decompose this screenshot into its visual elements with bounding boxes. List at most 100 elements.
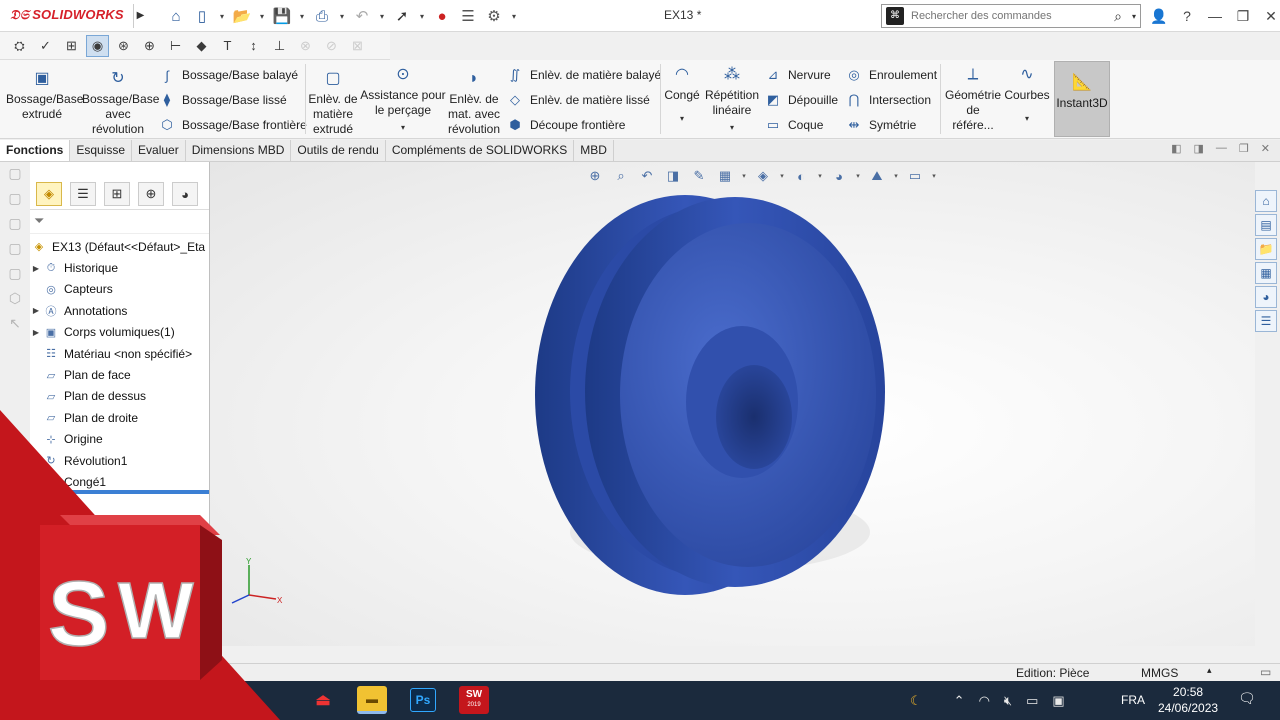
tree-root[interactable]: ◈ EX13 (Défaut<<Défaut>_Eta: [30, 236, 209, 257]
configuration-tab-icon[interactable]: ⊞: [104, 182, 130, 206]
menu-expand-arrow[interactable]: ▶: [133, 4, 147, 28]
options-dropdown-icon[interactable]: ▾: [509, 5, 519, 27]
depouille-button[interactable]: ◩ Dépouille: [764, 91, 838, 109]
section-view-icon[interactable]: ◨: [662, 166, 684, 186]
enlev-balaye-button[interactable]: ∬ Enlèv. de matière balayé: [506, 66, 661, 84]
dropdown-icon[interactable]: ▾: [704, 120, 760, 135]
hide-show-icon[interactable]: ◐: [790, 166, 812, 186]
tab-evaluer[interactable]: Evaluer: [132, 140, 186, 161]
dropdown-icon[interactable]: ▾: [1004, 111, 1050, 126]
expand-arrow-icon[interactable]: ▶: [30, 456, 42, 465]
doc-restore-icon[interactable]: ❐: [1239, 142, 1249, 155]
intersection-button[interactable]: ⋂ Intersection: [845, 91, 931, 109]
new-dropdown-icon[interactable]: ▾: [217, 5, 227, 27]
message-icon[interactable]: ▭: [1260, 665, 1271, 679]
apply-scene-icon[interactable]: ⛰: [866, 166, 888, 186]
show-hidden-icons-icon[interactable]: ⌃: [954, 693, 965, 709]
search-input[interactable]: [911, 10, 1108, 22]
tab-fonctions[interactable]: Fonctions: [0, 140, 71, 161]
bossage-frontiere-button[interactable]: ⬡ Bossage/Base frontière: [158, 116, 306, 134]
undo-dropdown-icon[interactable]: ▾: [377, 5, 387, 27]
select-arrow-icon[interactable]: ➚: [391, 5, 413, 27]
dropdown-icon[interactable]: ▾: [662, 111, 702, 126]
search-dropdown-icon[interactable]: ▾: [1128, 12, 1140, 21]
rollback-bar[interactable]: [30, 490, 209, 494]
clock[interactable]: 20:58 24/06/2023: [1158, 684, 1218, 716]
property-manager-tab-icon[interactable]: ☰: [70, 182, 96, 206]
zoom-to-fit-icon[interactable]: ⊕: [584, 166, 606, 186]
custom-properties-icon[interactable]: ☰: [1255, 310, 1277, 332]
restore-icon[interactable]: ❐: [1232, 5, 1254, 27]
zoom-to-area-icon[interactable]: ⌕: [610, 166, 632, 186]
file-explorer-taskbar-icon[interactable]: ▬: [357, 686, 387, 714]
nervure-button[interactable]: ⊿ Nervure: [764, 66, 831, 84]
dropdown-icon[interactable]: ▾: [360, 120, 446, 135]
expand-arrow-icon[interactable]: ▶: [30, 328, 42, 337]
symetrie-button[interactable]: ⇹ Symétrie: [845, 116, 917, 134]
dimxpert-tab-icon[interactable]: ⊕: [138, 182, 164, 206]
previous-view-icon[interactable]: ↶: [636, 166, 658, 186]
view-cursor-icon[interactable]: ↖: [4, 315, 26, 337]
print-dropdown-icon[interactable]: ▾: [337, 5, 347, 27]
undo-icon[interactable]: ↶: [351, 5, 373, 27]
view-cube-icon[interactable]: ▢: [4, 240, 26, 262]
courbes-button[interactable]: ∿ Courbes ▾: [1004, 64, 1050, 126]
appearances-icon[interactable]: ◕: [1255, 286, 1277, 308]
smart-dimension-icon[interactable]: ✓: [34, 35, 57, 57]
bossage-lisse-button[interactable]: ⧫ Bossage/Base lissé: [158, 91, 287, 109]
section-icon[interactable]: ⊕: [138, 35, 161, 57]
geometrie-reference-button[interactable]: ⟂ Géométrie de référe... ▾: [944, 64, 1002, 150]
open-folder-icon[interactable]: 📂: [231, 5, 253, 27]
tree-item-historique[interactable]: ▶ ⏱ Historique: [30, 257, 209, 278]
display-style-icon[interactable]: ◈: [752, 166, 774, 186]
tree-item-plan-face[interactable]: ▱ Plan de face: [30, 364, 209, 385]
mirror-icon[interactable]: ↕: [242, 35, 265, 57]
user-icon[interactable]: 👤: [1148, 5, 1170, 27]
expand-arrow-icon[interactable]: ▶: [30, 264, 42, 273]
night-light-icon[interactable]: ☾: [910, 693, 922, 709]
enlev-extrude-button[interactable]: ▢ Enlèv. de matière extrudé: [308, 68, 358, 137]
tool-icon[interactable]: T: [216, 35, 239, 57]
solidworks-logo[interactable]: 𝔇𝔖 SOLIDWORKS: [10, 7, 124, 23]
scene-dropdown-icon[interactable]: ▾: [892, 166, 900, 186]
search-icon[interactable]: ⌕: [1108, 8, 1128, 25]
edit-appearance-icon[interactable]: ◕: [828, 166, 850, 186]
tree-item-origine[interactable]: ⊹ Origine: [30, 429, 209, 450]
tab-complements[interactable]: Compléments de SOLIDWORKS: [386, 140, 575, 161]
doc-minimize-icon[interactable]: —: [1216, 142, 1227, 155]
instant3d-button[interactable]: 📐 Instant3D: [1054, 61, 1110, 137]
save-icon[interactable]: 💾: [271, 5, 293, 27]
file-properties-icon[interactable]: ☰: [457, 5, 479, 27]
input-language[interactable]: FRA: [1121, 693, 1145, 707]
tab-mbd[interactable]: MBD: [574, 140, 614, 161]
close-icon[interactable]: ✕: [1260, 5, 1280, 27]
tree-item-annotations[interactable]: ▶ Ⓐ Annotations: [30, 300, 209, 321]
view-settings-dropdown-icon[interactable]: ▾: [930, 166, 938, 186]
bossage-extrude-button[interactable]: ▣ Bossage/Base extrudé: [6, 68, 83, 122]
part-icon[interactable]: ◉: [86, 34, 109, 57]
shaded-icon[interactable]: ⊛: [112, 35, 135, 57]
view-cube-icon[interactable]: ▢: [4, 190, 26, 212]
dynamic-annotation-icon[interactable]: ✎: [688, 166, 710, 186]
wifi-icon[interactable]: ◠: [979, 693, 990, 709]
repetition-lineaire-button[interactable]: ⁂ Répétition linéaire ▾: [704, 64, 760, 135]
feature-tree-tab-icon[interactable]: ◈: [36, 182, 62, 206]
view-cube-icon[interactable]: ⬡: [4, 290, 26, 312]
conge-button[interactable]: ◠ Congé ▾: [662, 64, 702, 126]
pulley-part-model[interactable]: [510, 187, 930, 607]
view-settings-icon[interactable]: ▭: [904, 166, 926, 186]
bossage-balaye-button[interactable]: ∫ Bossage/Base balayé: [158, 66, 298, 84]
appearance-icon[interactable]: ◆: [190, 35, 213, 57]
minimize-icon[interactable]: —: [1204, 5, 1226, 27]
enroulement-button[interactable]: ◎ Enroulement: [845, 66, 937, 84]
print-icon[interactable]: ⎙: [311, 5, 333, 27]
bossage-revolution-button[interactable]: ↻ Bossage/Base avec révolution: [82, 68, 159, 137]
enlev-revolution-button[interactable]: ◗ Enlèv. de mat. avec révolution: [446, 68, 502, 137]
meet-now-icon[interactable]: ▣: [1052, 693, 1064, 709]
panel-left-icon[interactable]: ◧: [1171, 142, 1181, 155]
tree-item-corps[interactable]: ▶ ▣ Corps volumiques(1): [30, 322, 209, 343]
tree-item-materiau[interactable]: ☷ Matériau <non spécifié>: [30, 343, 209, 364]
filter-icon[interactable]: ⏷: [30, 210, 209, 234]
view-cube-icon[interactable]: ▢: [4, 265, 26, 287]
tree-item-capteurs[interactable]: ◎ Capteurs: [30, 279, 209, 300]
